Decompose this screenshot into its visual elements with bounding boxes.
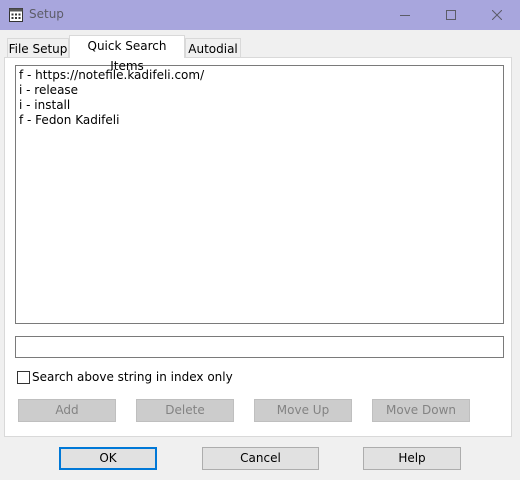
maximize-button[interactable] <box>428 0 474 30</box>
minimize-button[interactable] <box>382 0 428 30</box>
list-item[interactable]: i - install <box>19 98 500 113</box>
list-item[interactable]: i - release <box>19 83 500 98</box>
index-only-checkbox[interactable] <box>17 371 30 384</box>
list-item[interactable]: f - https://notefile.kadifeli.com/ <box>19 68 500 83</box>
window-title: Setup <box>29 7 64 21</box>
delete-button[interactable]: Delete <box>136 399 234 422</box>
app-icon <box>8 7 24 23</box>
move-up-button[interactable]: Move Up <box>254 399 352 422</box>
add-button[interactable]: Add <box>18 399 116 422</box>
close-icon <box>492 10 502 20</box>
maximize-icon <box>446 10 456 20</box>
search-string-input[interactable] <box>15 336 504 358</box>
move-down-button[interactable]: Move Down <box>372 399 470 422</box>
index-only-label[interactable]: Search above string in index only <box>32 370 233 384</box>
cancel-button[interactable]: Cancel <box>202 447 319 470</box>
minimize-icon <box>400 15 410 16</box>
tab-autodial[interactable]: Autodial <box>185 38 241 58</box>
help-button[interactable]: Help <box>363 447 461 470</box>
quick-search-items-list[interactable]: f - https://notefile.kadifeli.com/ i - r… <box>15 65 504 324</box>
list-item[interactable]: f - Fedon Kadifeli <box>19 113 500 128</box>
ok-button[interactable]: OK <box>59 447 157 470</box>
close-button[interactable] <box>474 0 520 30</box>
tab-quick-search-items[interactable]: Quick Search Items <box>69 35 185 73</box>
tab-file-setup[interactable]: File Setup <box>7 38 69 58</box>
title-bar[interactable]: Setup <box>0 0 520 30</box>
